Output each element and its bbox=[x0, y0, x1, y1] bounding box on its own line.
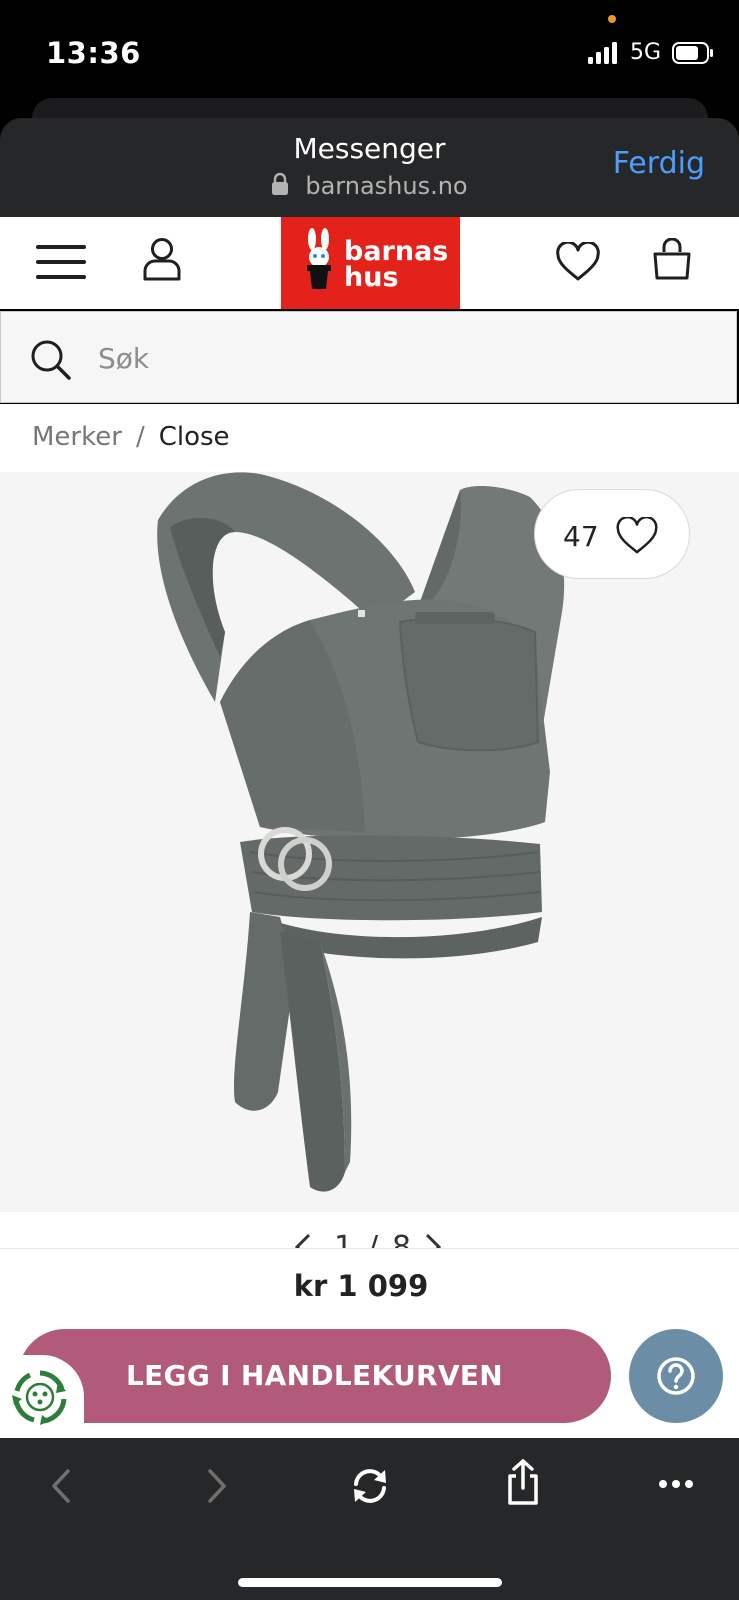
reload-icon[interactable] bbox=[350, 1466, 390, 1506]
menu-icon[interactable] bbox=[36, 242, 86, 282]
more-icon[interactable] bbox=[658, 1478, 694, 1490]
product-image bbox=[157, 472, 565, 1192]
lock-icon bbox=[272, 172, 289, 195]
site-logo[interactable]: barnas hus bbox=[281, 217, 460, 309]
search-input[interactable] bbox=[96, 334, 700, 382]
recycle-badge[interactable] bbox=[0, 1355, 84, 1439]
bunny-logo-icon bbox=[307, 228, 331, 289]
chevron-left-icon[interactable] bbox=[294, 1232, 312, 1248]
url-text: barnashus.no bbox=[305, 172, 468, 200]
pager-total: 8 bbox=[392, 1230, 418, 1248]
pager-separator: / bbox=[368, 1230, 385, 1248]
add-to-cart-button[interactable]: LEGG I HANDLEKURVEN bbox=[18, 1329, 611, 1423]
cart-icon[interactable] bbox=[652, 238, 692, 280]
heart-icon[interactable] bbox=[555, 242, 601, 282]
privacy-indicator bbox=[608, 15, 616, 23]
browser-header: Messenger barnashus.no Ferdig bbox=[0, 118, 739, 217]
user-icon[interactable] bbox=[143, 237, 181, 281]
breadcrumb-parent-link[interactable]: Merker bbox=[32, 422, 122, 452]
network-type: 5G bbox=[630, 40, 662, 65]
pager-current: 1 bbox=[334, 1230, 360, 1248]
status-bar: 13:36 5G bbox=[0, 0, 739, 100]
share-icon[interactable] bbox=[505, 1458, 541, 1506]
search-icon[interactable] bbox=[30, 339, 72, 381]
battery-icon bbox=[672, 42, 713, 64]
heart-icon bbox=[616, 517, 658, 554]
breadcrumb-current: Close bbox=[158, 422, 230, 452]
search-bar bbox=[0, 311, 737, 403]
logo-text: barnas hus bbox=[344, 238, 448, 293]
browser-toolbar bbox=[0, 1438, 739, 1600]
done-button[interactable]: Ferdig bbox=[613, 146, 705, 181]
favorite-button[interactable]: 47 bbox=[534, 489, 690, 579]
help-icon bbox=[657, 1357, 695, 1395]
breadcrumb-separator: / bbox=[135, 422, 145, 452]
help-button[interactable] bbox=[629, 1329, 723, 1423]
home-indicator bbox=[238, 1578, 502, 1587]
recycle-icon bbox=[12, 1370, 67, 1425]
product-gallery[interactable]: 47 bbox=[0, 472, 739, 1212]
site-header: barnas hus bbox=[0, 217, 739, 309]
breadcrumb: Merker / Close bbox=[0, 404, 739, 472]
purchase-panel: kr 1 099 LEGG I HANDLEKURVEN bbox=[0, 1248, 739, 1439]
signal-icon bbox=[588, 42, 617, 64]
favorite-count: 47 bbox=[563, 520, 599, 553]
chevron-right-icon[interactable] bbox=[424, 1232, 442, 1248]
logo-line-2: hus bbox=[344, 262, 399, 293]
forward-icon[interactable] bbox=[206, 1468, 228, 1504]
back-icon[interactable] bbox=[50, 1468, 72, 1504]
product-price: kr 1 099 bbox=[293, 1269, 429, 1303]
image-pager: 1 / 8 bbox=[0, 1212, 739, 1248]
status-time: 13:36 bbox=[46, 36, 141, 70]
